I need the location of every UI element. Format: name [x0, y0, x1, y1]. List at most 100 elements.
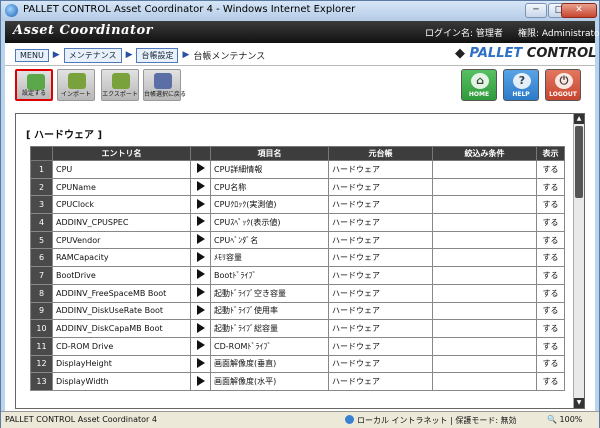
item-name-cell: 画面解像度(水平): [210, 372, 329, 391]
display-cell[interactable]: する: [536, 301, 565, 321]
breadcrumb-ledger-settings[interactable]: 台帳設定: [136, 47, 179, 63]
row-arrow-button[interactable]: [190, 319, 211, 338]
back-icon: [154, 73, 172, 89]
table-row: 13 DisplayWidth 画面解像度(水平) ハードウェア する: [30, 372, 565, 391]
row-arrow-button[interactable]: [190, 301, 211, 321]
item-name-cell: CPU名称: [210, 177, 329, 197]
display-cell[interactable]: する: [536, 230, 565, 250]
filter-cell: [432, 336, 537, 356]
row-number: 12: [30, 354, 53, 374]
breadcrumb-maintenance[interactable]: メンテナンス: [63, 47, 122, 63]
status-text: PALLET CONTROL Asset Coordinator 4: [5, 415, 157, 424]
row-arrow-button[interactable]: [190, 372, 211, 391]
scroll-down-icon[interactable]: ▼: [574, 398, 584, 408]
entry-name-cell: ADDINV_DiskCapaMB Boot: [52, 319, 191, 338]
play-icon: [196, 163, 205, 174]
table-row: 11 CD-ROM Drive CD-ROMﾄﾞﾗｲﾌﾞ ハードウェア する: [30, 336, 565, 356]
apply-settings-button[interactable]: 設定する: [15, 69, 53, 101]
item-name-cell: CPU詳細情報: [210, 160, 329, 179]
home-label: HOME: [468, 91, 490, 98]
close-button[interactable]: ✕: [561, 3, 597, 18]
play-icon: [196, 340, 205, 351]
row-arrow-button[interactable]: [190, 266, 211, 285]
entry-name-cell: DisplayHeight: [52, 354, 191, 374]
display-cell[interactable]: する: [536, 195, 565, 215]
breadcrumb-menu[interactable]: MENU: [15, 48, 49, 62]
display-cell[interactable]: する: [536, 336, 565, 356]
row-arrow-button[interactable]: [190, 336, 211, 356]
app-header: Asset Coordinator ログイン名: 管理者 権限: Adminis…: [5, 21, 600, 43]
row-arrow-button[interactable]: [190, 354, 211, 374]
display-cell[interactable]: する: [536, 354, 565, 374]
table-row: 8 ADDINV_FreeSpaceMB Boot 起動ﾄﾞﾗｲﾌﾞ空き容量 ハードウ…: [30, 283, 565, 303]
item-name-cell: 起動ﾄﾞﾗｲﾌﾞ使用率: [210, 301, 329, 321]
item-name-cell: CPUﾍﾞﾝﾀﾞ名: [210, 230, 329, 250]
row-number: 4: [30, 213, 53, 232]
row-arrow-button[interactable]: [190, 230, 211, 250]
logout-button[interactable]: ⏻ LOGOUT: [545, 69, 581, 101]
filter-cell: [432, 354, 537, 374]
source-ledger-cell: ハードウェア: [328, 248, 433, 268]
table-row: 5 CPUVendor CPUﾍﾞﾝﾀﾞ名 ハードウェア する: [30, 230, 565, 250]
header-filter: 絞込み条件: [432, 146, 537, 161]
header-display: 表示: [536, 146, 565, 161]
display-cell[interactable]: する: [536, 283, 565, 303]
zoom-level[interactable]: 🔍 100%: [547, 415, 582, 424]
minimize-button[interactable]: ─: [525, 3, 547, 18]
source-ledger-cell: ハードウェア: [328, 230, 433, 250]
row-number: 3: [30, 195, 53, 215]
filter-cell: [432, 213, 537, 232]
display-cell[interactable]: する: [536, 248, 565, 268]
filter-cell: [432, 195, 537, 215]
source-ledger-cell: ハードウェア: [328, 195, 433, 215]
help-button[interactable]: ? HELP: [503, 69, 539, 101]
export-button[interactable]: エクスポート: [101, 69, 139, 101]
source-ledger-cell: ハードウェア: [328, 160, 433, 179]
breadcrumb: MENU ▶ メンテナンス ▶ 台帳設定 ▶ 台帳メンテナンス: [15, 47, 265, 63]
item-name-cell: Bootﾄﾞﾗｲﾌﾞ: [210, 266, 329, 285]
row-number: 5: [30, 230, 53, 250]
entry-name-cell: CPUClock: [52, 195, 191, 215]
row-number: 11: [30, 336, 53, 356]
import-button[interactable]: インポート: [57, 69, 95, 101]
play-icon: [196, 181, 205, 192]
row-arrow-button[interactable]: [190, 213, 211, 232]
row-arrow-button[interactable]: [190, 160, 211, 179]
entry-name-cell: CPUVendor: [52, 230, 191, 250]
toolbar-label: 台帳選択に戻る: [144, 91, 187, 98]
row-arrow-button[interactable]: [190, 195, 211, 215]
back-to-ledger-button[interactable]: 台帳選択に戻る: [143, 69, 187, 101]
row-arrow-button[interactable]: [190, 248, 211, 268]
vertical-scrollbar[interactable]: ▲ ▼: [573, 114, 584, 408]
row-number: 2: [30, 177, 53, 197]
home-button[interactable]: ⌂ HOME: [461, 69, 497, 101]
filter-cell: [432, 177, 537, 197]
source-ledger-cell: ハードウェア: [328, 283, 433, 303]
display-cell[interactable]: する: [536, 319, 565, 338]
display-cell[interactable]: する: [536, 266, 565, 285]
display-cell[interactable]: する: [536, 177, 565, 197]
toolbar-label: 設定する: [21, 90, 46, 97]
status-bar: PALLET CONTROL Asset Coordinator 4 ローカル …: [1, 411, 599, 428]
toolbar-label: エクスポート: [102, 91, 138, 98]
header-arrow: [190, 146, 211, 161]
play-icon: [196, 322, 205, 333]
item-name-cell: ﾒﾓﾘ容量: [210, 248, 329, 268]
item-name-cell: 画面解像度(垂直): [210, 354, 329, 374]
filter-cell: [432, 372, 537, 391]
zone-label: ローカル イントラネット | 保護モード: 無効: [357, 416, 517, 425]
display-cell[interactable]: する: [536, 372, 565, 391]
entry-name-cell: CPU: [52, 160, 191, 179]
row-arrow-button[interactable]: [190, 177, 211, 197]
row-number: 7: [30, 266, 53, 285]
scroll-up-icon[interactable]: ▲: [574, 114, 584, 124]
display-cell[interactable]: する: [536, 213, 565, 232]
brand-suffix: CONTROL: [526, 46, 597, 61]
scroll-thumb[interactable]: [575, 126, 583, 198]
display-cell[interactable]: する: [536, 160, 565, 179]
item-name-cell: CD-ROMﾄﾞﾗｲﾌﾞ: [210, 336, 329, 356]
play-icon: [196, 375, 205, 386]
row-arrow-button[interactable]: [190, 283, 211, 303]
item-name-cell: 起動ﾄﾞﾗｲﾌﾞ総容量: [210, 319, 329, 338]
arrow-right-icon: ▶: [125, 50, 133, 60]
